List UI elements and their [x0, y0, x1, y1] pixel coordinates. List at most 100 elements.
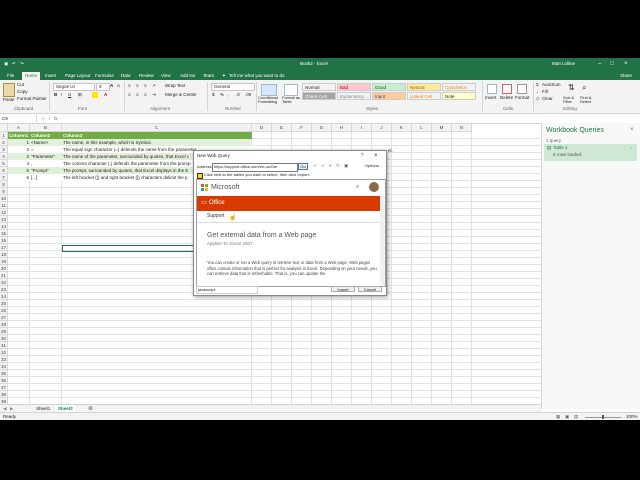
style-note[interactable]: Note — [442, 92, 476, 100]
row-header[interactable]: 21 — [0, 272, 8, 279]
column-header[interactable]: M — [432, 124, 452, 132]
row-header[interactable]: 24 — [0, 293, 8, 300]
column-header[interactable]: N — [452, 124, 472, 132]
font-color-icon[interactable]: A — [104, 92, 107, 98]
table-cell[interactable]: , — [30, 160, 62, 167]
style-calculation[interactable]: Calculation — [442, 83, 476, 91]
align-bottom-icon[interactable]: ≡ — [144, 83, 147, 89]
address-input[interactable]: https://support.office.com/en-us/Get — [212, 163, 298, 172]
table-cell[interactable]: "Prompt" — [30, 167, 62, 174]
cut-button[interactable]: Cut — [17, 82, 24, 88]
row-header[interactable]: 5 — [0, 160, 8, 167]
table-header[interactable]: Column3 — [62, 132, 252, 139]
underline-icon[interactable]: U — [68, 92, 71, 98]
row-header[interactable]: 28 — [0, 321, 8, 328]
bold-icon[interactable]: B — [54, 92, 57, 98]
web-scrollbar[interactable] — [380, 196, 385, 286]
tab-file[interactable]: File — [4, 72, 17, 80]
font-name-select[interactable]: Segoe UI — [53, 83, 95, 91]
format-cells-icon[interactable] — [517, 84, 527, 94]
sort-filter-button[interactable]: Sort & Filter — [563, 96, 579, 104]
fill-color-icon[interactable] — [92, 92, 98, 98]
row-header[interactable]: 13 — [0, 216, 8, 223]
autosum-icon[interactable]: Σ — [536, 82, 539, 88]
row-header[interactable]: 33 — [0, 356, 8, 363]
decrease-decimal-icon[interactable]: .00 — [245, 92, 251, 98]
column-header[interactable]: C — [62, 124, 252, 132]
table-cell[interactable]: 3 — [8, 153, 30, 160]
table-cell[interactable]: <Name> — [30, 139, 62, 146]
sheet-tab-sheet1[interactable]: Sheet1 — [36, 406, 50, 412]
table-cell[interactable]: [...] — [30, 174, 62, 181]
find-select-icon[interactable]: ⌕ — [582, 84, 586, 92]
merge-center-button[interactable]: Merge & Center — [165, 92, 197, 98]
style-input[interactable]: Input — [372, 92, 406, 100]
style-neutral[interactable]: Neutral — [407, 83, 441, 91]
increase-decimal-icon[interactable]: .0 — [236, 92, 240, 98]
table-header[interactable]: Column1 — [8, 132, 30, 139]
insert-cells-button[interactable]: Insert — [485, 95, 496, 101]
web-search-icon[interactable]: ⌕ — [356, 184, 359, 190]
style-explanatory[interactable]: Explanatory ... — [337, 92, 371, 100]
sort-filter-icon[interactable]: ⇅ — [568, 84, 575, 92]
row-header[interactable]: 32 — [0, 349, 8, 356]
align-top-icon[interactable]: ≡ — [128, 83, 131, 89]
row-header[interactable]: 7 — [0, 174, 8, 181]
table-cell[interactable]: 5 — [8, 167, 30, 174]
row-header[interactable]: 15 — [0, 230, 8, 237]
query-item[interactable]: ▤ Table 1 6 rows loaded. › — [544, 144, 637, 161]
table-cell[interactable]: 4 — [8, 160, 30, 167]
row-header[interactable]: 14 — [0, 223, 8, 230]
row-header[interactable]: 4 — [0, 153, 8, 160]
office-label[interactable]: Office — [209, 200, 225, 206]
support-link[interactable]: Support — [207, 214, 225, 219]
shrink-font-icon[interactable]: A — [117, 83, 120, 89]
tab-view[interactable]: View — [158, 72, 174, 80]
percent-icon[interactable]: % — [220, 92, 224, 98]
table-cell[interactable]: 2 — [8, 146, 30, 153]
clear-button[interactable]: Clear — [542, 96, 553, 102]
options-button[interactable]: Options... — [365, 164, 382, 168]
zoom-thumb[interactable] — [602, 415, 604, 419]
paste-button[interactable]: Paste — [3, 97, 15, 103]
align-left-icon[interactable]: ≡ — [128, 92, 131, 98]
column-header[interactable]: G — [312, 124, 332, 132]
table-cell[interactable]: = — [30, 146, 62, 153]
stop-icon[interactable]: × — [329, 163, 332, 169]
close-icon[interactable]: × — [624, 61, 628, 67]
user-name[interactable]: Matt Lolline — [552, 61, 575, 67]
wrap-text-button[interactable]: Wrap Text — [165, 83, 185, 89]
fill-icon[interactable]: ↓ — [536, 89, 538, 95]
enter-icon[interactable]: ✓ — [48, 116, 52, 122]
row-header[interactable]: 25 — [0, 300, 8, 307]
tab-home[interactable]: Home — [22, 72, 41, 80]
tell-me-box[interactable]: Tell me what you want to do — [229, 73, 285, 79]
refresh-icon[interactable]: ↻ — [336, 163, 340, 169]
dialog-help-icon[interactable]: ? — [361, 152, 364, 158]
row-header[interactable]: 9 — [0, 188, 8, 195]
tab-add-ins[interactable]: Add-ins — [177, 72, 198, 80]
tab-insert[interactable]: Insert — [42, 72, 59, 80]
tab-review[interactable]: Review — [136, 72, 157, 80]
zoom-level[interactable]: 100% — [626, 414, 638, 420]
style-good[interactable]: Good — [372, 83, 406, 91]
row-header[interactable]: 20 — [0, 265, 8, 272]
clear-icon[interactable]: ◇ — [536, 96, 539, 102]
column-header[interactable]: A — [8, 124, 30, 132]
row-header[interactable]: 2 — [0, 139, 8, 146]
tab-formulas[interactable]: Formulas — [92, 72, 117, 80]
query-expand-icon[interactable]: › — [630, 145, 632, 151]
row-header[interactable]: 1 — [0, 132, 8, 139]
indent-icon[interactable]: ⇥ — [152, 92, 156, 98]
fx-icon[interactable]: fx — [54, 116, 58, 122]
row-header[interactable]: 18 — [0, 251, 8, 258]
web-content-frame[interactable]: Microsoft ⌕ ▭ Office Support ☝ Get exter… — [196, 179, 386, 287]
style-linked-cell[interactable]: Linked Cell — [407, 92, 441, 100]
delete-cells-button[interactable]: Delete — [500, 95, 513, 101]
row-header[interactable]: 11 — [0, 202, 8, 209]
column-header[interactable]: L — [412, 124, 432, 132]
row-header[interactable]: 16 — [0, 237, 8, 244]
style-bad[interactable]: Bad — [337, 83, 371, 91]
row-header[interactable]: 34 — [0, 363, 8, 370]
align-middle-icon[interactable]: ≡ — [136, 83, 139, 89]
